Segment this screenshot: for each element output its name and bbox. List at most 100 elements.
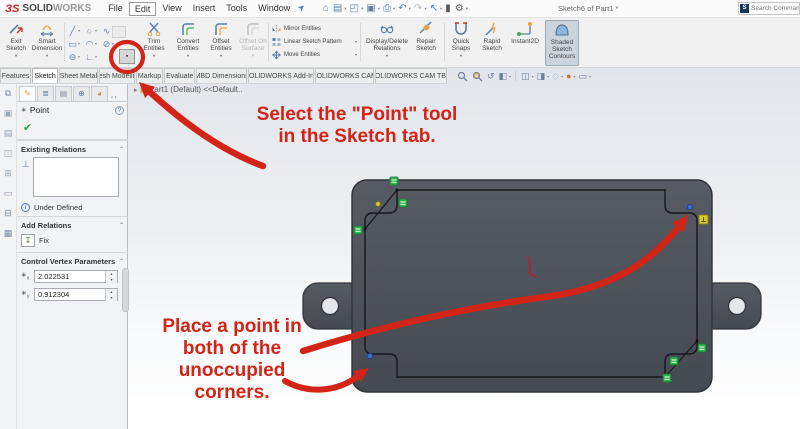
menu-file[interactable]: File bbox=[103, 2, 128, 16]
zoom-to-fit-icon[interactable] bbox=[457, 71, 468, 82]
convert-entities-button[interactable]: Convert Entities ▾ bbox=[171, 20, 205, 66]
rebuild-icon[interactable]: ▮ bbox=[445, 1, 451, 17]
convert-caret-icon[interactable]: ▾ bbox=[187, 53, 189, 59]
redo-icon[interactable]: ↷ bbox=[414, 1, 422, 17]
relation-badge-icon[interactable] bbox=[663, 374, 671, 382]
sketch-point-bottom-left[interactable] bbox=[367, 353, 372, 358]
menu-edit[interactable]: Edit bbox=[129, 2, 157, 16]
graphics-area[interactable]: ↺ ◧▾ ◫▾ ◨▾ ◇▾ ●▾ ▭▾ ▸ ▣ Part1 (Default) … bbox=[128, 68, 800, 429]
tab-dimxpert-manager[interactable]: ⊕ bbox=[73, 86, 90, 101]
save-icon[interactable]: ▣ bbox=[366, 1, 375, 17]
tree-strip-icon[interactable]: ⧉ bbox=[5, 88, 11, 98]
hide-show-caret-icon[interactable]: ▾ bbox=[561, 74, 563, 79]
tab-display-manager[interactable]: ◕ bbox=[91, 86, 108, 101]
control-vertex-header[interactable]: Control Vertex Parameters ⌃ bbox=[17, 252, 128, 268]
tree-strip-icon[interactable]: ▣ bbox=[4, 108, 13, 118]
tree-strip-icon[interactable]: ⊟ bbox=[4, 208, 12, 218]
instant2d-button[interactable]: Instant2D bbox=[509, 20, 541, 66]
tab-solidworks-cam-tbm[interactable]: SOLIDWORKS CAM TBM bbox=[375, 68, 447, 83]
undo-caret-icon[interactable]: ▾ bbox=[409, 6, 411, 12]
x-coordinate-field[interactable]: ▴▾ bbox=[34, 270, 118, 283]
x-spinner[interactable]: ▴▾ bbox=[105, 271, 117, 282]
tree-strip-icon[interactable]: ▦ bbox=[4, 228, 13, 238]
edit-appearance-icon[interactable]: ● bbox=[566, 70, 571, 82]
tab-feature-manager[interactable]: ≣ bbox=[37, 86, 54, 101]
home-icon[interactable]: ⌂ bbox=[323, 1, 329, 17]
tree-strip-icon[interactable]: ▭ bbox=[4, 188, 13, 198]
display-style-caret-icon[interactable]: ▾ bbox=[547, 74, 549, 79]
zoom-to-area-icon[interactable] bbox=[472, 71, 483, 82]
ok-checkmark-button[interactable]: ✔ bbox=[23, 122, 32, 134]
search-commands-box[interactable]: S bbox=[738, 2, 800, 15]
collapse-chevron-icon[interactable]: ⌃ bbox=[119, 258, 124, 265]
rectangle-caret-icon[interactable]: ▾ bbox=[78, 41, 80, 46]
shaded-sketch-contours-button[interactable]: Shaded Sketch Contours bbox=[545, 20, 579, 66]
tab-markup[interactable]: Markup bbox=[136, 68, 164, 83]
line-caret-icon[interactable]: ▾ bbox=[78, 28, 80, 33]
offset-caret-icon[interactable]: ▾ bbox=[220, 53, 222, 59]
fillet-caret-icon[interactable]: ▾ bbox=[95, 54, 97, 59]
save-caret-icon[interactable]: ▾ bbox=[378, 6, 380, 12]
select-icon[interactable]: ↖ bbox=[430, 1, 438, 17]
slot-caret-icon[interactable]: ▾ bbox=[78, 54, 80, 59]
new-document-icon[interactable]: ▤ bbox=[333, 1, 342, 17]
repair-sketch-button[interactable]: Repair Sketch bbox=[411, 20, 441, 66]
trim-entities-button[interactable]: Trim Entities ▾ bbox=[137, 20, 171, 66]
undo-icon[interactable]: ↶ bbox=[398, 1, 406, 17]
circle-caret-icon[interactable]: ▾ bbox=[95, 28, 97, 33]
previous-view-icon[interactable]: ↺ bbox=[487, 70, 495, 82]
circle-tool-button[interactable]: ○▾ bbox=[84, 24, 101, 37]
y-coordinate-field[interactable]: ▴▾ bbox=[34, 288, 118, 301]
quick-snaps-button[interactable]: Quick Snaps ▾ bbox=[447, 20, 475, 66]
options-gear-icon[interactable]: ⚙ bbox=[455, 1, 464, 17]
rectangle-tool-button[interactable]: ▭▾ bbox=[67, 37, 84, 50]
existing-relations-header[interactable]: Existing Relations ⌃ bbox=[17, 140, 128, 156]
offset-entities-button[interactable]: Offset Entities ▾ bbox=[205, 20, 237, 66]
add-relations-header[interactable]: Add Relations ⌃ bbox=[17, 216, 128, 232]
view-orientation-caret-icon[interactable]: ▾ bbox=[532, 74, 534, 79]
move-entities-caret-icon[interactable]: ▾ bbox=[355, 52, 357, 57]
line-tool-button[interactable]: ╱▾ bbox=[67, 24, 84, 37]
menu-window[interactable]: Window bbox=[253, 2, 295, 16]
menu-tools[interactable]: Tools bbox=[221, 2, 252, 16]
select-caret-icon[interactable]: ▾ bbox=[440, 6, 442, 12]
display-style-icon[interactable]: ◨ bbox=[537, 70, 546, 82]
menu-view[interactable]: View bbox=[157, 2, 186, 16]
spin-down-icon[interactable]: ▾ bbox=[106, 295, 117, 301]
spin-down-icon[interactable]: ▾ bbox=[106, 277, 117, 283]
part-model[interactable] bbox=[128, 68, 800, 429]
appearance-caret-icon[interactable]: ▾ bbox=[574, 74, 576, 79]
tab-solidworks-cam[interactable]: SOLIDWORKS CAM bbox=[315, 68, 374, 83]
view-settings-icon[interactable]: ▭ bbox=[579, 70, 588, 82]
print-icon[interactable]: ⎙ bbox=[383, 1, 391, 17]
arc-caret-icon[interactable]: ▾ bbox=[95, 41, 97, 46]
menu-insert[interactable]: Insert bbox=[188, 2, 221, 16]
open-caret-icon[interactable]: ▾ bbox=[361, 6, 363, 12]
exit-sketch-button[interactable]: Exit Sketch ▾ bbox=[2, 20, 30, 66]
y-spinner[interactable]: ▴▾ bbox=[105, 289, 117, 300]
quick-snaps-caret-icon[interactable]: ▾ bbox=[460, 53, 462, 59]
relation-badge-icon[interactable] bbox=[390, 177, 398, 185]
exit-sketch-caret-icon[interactable]: ▾ bbox=[15, 53, 17, 59]
x-coordinate-input[interactable] bbox=[35, 271, 105, 282]
relation-badge-icon[interactable] bbox=[354, 226, 362, 234]
new-caret-icon[interactable]: ▾ bbox=[344, 6, 346, 12]
feature-tree-flyout[interactable]: ▸ ▣ Part1 (Default) <<Default.. bbox=[134, 85, 242, 94]
tab-configuration-manager[interactable]: ▤ bbox=[55, 86, 72, 101]
smart-dimension-button[interactable]: Smart Dimension ▾ bbox=[31, 20, 63, 66]
tree-strip-icon[interactable]: ▤ bbox=[4, 128, 13, 138]
hide-show-items-icon[interactable]: ◇ bbox=[552, 70, 559, 82]
relation-badge-icon[interactable] bbox=[399, 199, 407, 207]
fillet-tool-button[interactable]: ∟▾ bbox=[84, 50, 101, 63]
print-caret-icon[interactable]: ▾ bbox=[393, 6, 395, 12]
view-settings-caret-icon[interactable]: ▾ bbox=[589, 74, 591, 79]
smart-dimension-caret-icon[interactable]: ▾ bbox=[46, 53, 48, 59]
open-icon[interactable]: ◰ bbox=[350, 1, 359, 17]
tab-property-manager[interactable]: ✎ bbox=[19, 86, 36, 101]
tab-mesh-modeling[interactable]: Mesh Modeling bbox=[99, 68, 135, 83]
panel-splitter-handle[interactable] bbox=[122, 268, 129, 312]
move-entities-button[interactable]: Move Entities ▾ bbox=[271, 48, 357, 61]
trim-caret-icon[interactable]: ▾ bbox=[153, 53, 155, 59]
rapid-sketch-button[interactable]: Rapid Sketch bbox=[477, 20, 507, 66]
tab-sketch[interactable]: Sketch bbox=[32, 68, 58, 83]
